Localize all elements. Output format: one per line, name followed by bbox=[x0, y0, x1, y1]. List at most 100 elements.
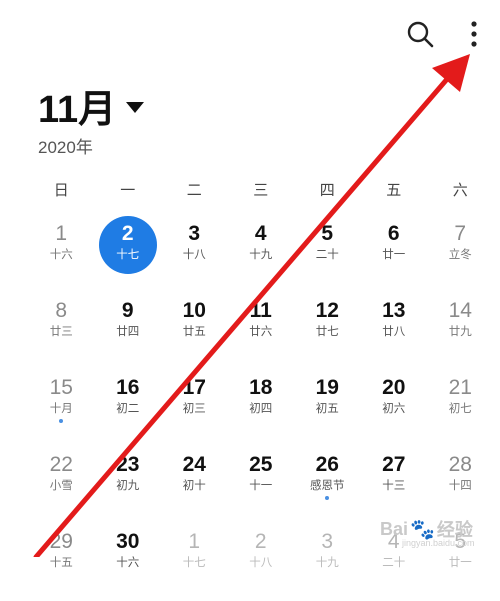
calendar-day[interactable]: 1 十七 bbox=[161, 524, 228, 601]
calendar-day[interactable]: 12 廿七 bbox=[294, 293, 361, 370]
calendar-day[interactable]: 14 廿九 bbox=[427, 293, 494, 370]
lunar-date: 十六 bbox=[49, 249, 73, 261]
day-number: 20 bbox=[382, 376, 406, 399]
lunar-date: 初四 bbox=[249, 403, 273, 415]
lunar-date: 廿八 bbox=[382, 326, 406, 338]
more-vertical-icon[interactable] bbox=[462, 18, 486, 50]
calendar-week-row: 1 十六 2 十七 3 十八 4 十九 5 二十 6 廿一 7 立冬 bbox=[28, 216, 494, 293]
dropdown-arrow-icon bbox=[126, 102, 145, 113]
year-label: 2020年 bbox=[38, 138, 93, 157]
calendar-day-selected[interactable]: 2 十七 bbox=[95, 216, 162, 293]
day-number: 2 bbox=[254, 530, 267, 553]
day-number: 6 bbox=[387, 222, 400, 245]
calendar-day[interactable]: 3 十八 bbox=[161, 216, 228, 293]
day-number: 3 bbox=[188, 222, 201, 245]
day-number: 18 bbox=[249, 376, 273, 399]
day-number: 10 bbox=[182, 299, 206, 322]
day-number: 21 bbox=[448, 376, 472, 399]
day-number: 13 bbox=[382, 299, 406, 322]
lunar-date: 廿九 bbox=[448, 326, 472, 338]
calendar-day[interactable]: 25 十一 bbox=[228, 447, 295, 524]
day-number: 14 bbox=[448, 299, 472, 322]
lunar-date: 初九 bbox=[116, 480, 140, 492]
day-number: 9 bbox=[121, 299, 134, 322]
lunar-date: 十三 bbox=[382, 480, 406, 492]
lunar-date: 廿三 bbox=[49, 326, 73, 338]
calendar-day[interactable]: 10 廿五 bbox=[161, 293, 228, 370]
lunar-date: 十月 bbox=[49, 403, 73, 415]
lunar-date: 初七 bbox=[448, 403, 472, 415]
day-number: 4 bbox=[254, 222, 267, 245]
event-indicator-dot bbox=[59, 419, 64, 423]
calendar-day[interactable]: 17 初三 bbox=[161, 370, 228, 447]
day-number: 5 bbox=[321, 222, 334, 245]
day-number: 1 bbox=[55, 222, 68, 245]
lunar-date: 廿四 bbox=[116, 326, 140, 338]
day-number: 19 bbox=[315, 376, 339, 399]
calendar-day[interactable]: 24 初十 bbox=[161, 447, 228, 524]
top-bar bbox=[0, 0, 500, 70]
day-number: 27 bbox=[382, 453, 406, 476]
day-number: 25 bbox=[249, 453, 273, 476]
lunar-date: 十一 bbox=[249, 480, 273, 492]
calendar-day[interactable]: 6 廿一 bbox=[361, 216, 428, 293]
lunar-date: 十五 bbox=[49, 557, 73, 569]
lunar-date: 初十 bbox=[182, 480, 206, 492]
lunar-date: 廿一 bbox=[382, 249, 406, 261]
calendar-day[interactable]: 8 廿三 bbox=[28, 293, 95, 370]
calendar-day[interactable]: 15 十月 bbox=[28, 370, 95, 447]
calendar-day[interactable]: 4 十九 bbox=[228, 216, 295, 293]
watermark-sub: jingyan.baidu.com bbox=[402, 538, 475, 548]
calendar-day[interactable]: 23 初九 bbox=[95, 447, 162, 524]
day-number: 29 bbox=[49, 530, 73, 553]
day-number: 30 bbox=[116, 530, 140, 553]
day-number: 11 bbox=[249, 299, 272, 322]
lunar-date: 十七 bbox=[116, 249, 140, 261]
day-number: 26 bbox=[315, 453, 339, 476]
month-selector[interactable]: 11月 bbox=[38, 78, 145, 133]
calendar-day[interactable]: 26 感恩节 bbox=[294, 447, 361, 524]
calendar-week-row: 15 十月 16 初二 17 初三 18 初四 19 初五 20 初六 21 初七 bbox=[28, 370, 494, 447]
lunar-date: 廿七 bbox=[315, 326, 339, 338]
calendar-day[interactable]: 11 廿六 bbox=[228, 293, 295, 370]
search-icon[interactable] bbox=[404, 18, 436, 50]
calendar-day[interactable]: 9 廿四 bbox=[95, 293, 162, 370]
event-indicator-dot bbox=[325, 496, 330, 500]
calendar-day[interactable]: 19 初五 bbox=[294, 370, 361, 447]
day-number: 16 bbox=[116, 376, 140, 399]
calendar-day[interactable]: 30 十六 bbox=[95, 524, 162, 601]
calendar-day[interactable]: 13 廿八 bbox=[361, 293, 428, 370]
lunar-date: 十七 bbox=[182, 557, 206, 569]
calendar-day[interactable]: 7 立冬 bbox=[427, 216, 494, 293]
day-number: 23 bbox=[116, 453, 140, 476]
calendar-day[interactable]: 22 小雪 bbox=[28, 447, 95, 524]
weekday-label: 日 bbox=[53, 182, 69, 199]
calendar-day[interactable]: 2 十八 bbox=[228, 524, 295, 601]
lunar-date: 二十 bbox=[382, 557, 406, 569]
calendar-day[interactable]: 5 二十 bbox=[294, 216, 361, 293]
lunar-date: 初三 bbox=[182, 403, 206, 415]
day-number: 24 bbox=[182, 453, 206, 476]
calendar-day[interactable]: 29 十五 bbox=[28, 524, 95, 601]
lunar-date: 廿五 bbox=[182, 326, 206, 338]
lunar-date: 二十 bbox=[315, 249, 339, 261]
weekday-label: 六 bbox=[452, 182, 468, 199]
baidu-watermark: Bai 🐾 经验 jingyan.baidu.com bbox=[380, 504, 498, 554]
calendar-day[interactable]: 20 初六 bbox=[361, 370, 428, 447]
weekday-label: 四 bbox=[319, 182, 335, 199]
lunar-date: 十四 bbox=[448, 480, 472, 492]
lunar-date: 立冬 bbox=[448, 249, 472, 261]
calendar-day[interactable]: 18 初四 bbox=[228, 370, 295, 447]
lunar-date: 小雪 bbox=[49, 480, 73, 492]
day-number: 28 bbox=[448, 453, 472, 476]
lunar-date: 十九 bbox=[315, 557, 339, 569]
lunar-date: 十九 bbox=[249, 249, 273, 261]
calendar-day[interactable]: 3 十九 bbox=[294, 524, 361, 601]
calendar-day[interactable]: 16 初二 bbox=[95, 370, 162, 447]
calendar-day[interactable]: 21 初七 bbox=[427, 370, 494, 447]
day-number: 12 bbox=[315, 299, 339, 322]
weekday-label: 五 bbox=[386, 182, 402, 199]
calendar-day[interactable]: 1 十六 bbox=[28, 216, 95, 293]
lunar-date: 十八 bbox=[249, 557, 273, 569]
day-number: 8 bbox=[55, 299, 68, 322]
